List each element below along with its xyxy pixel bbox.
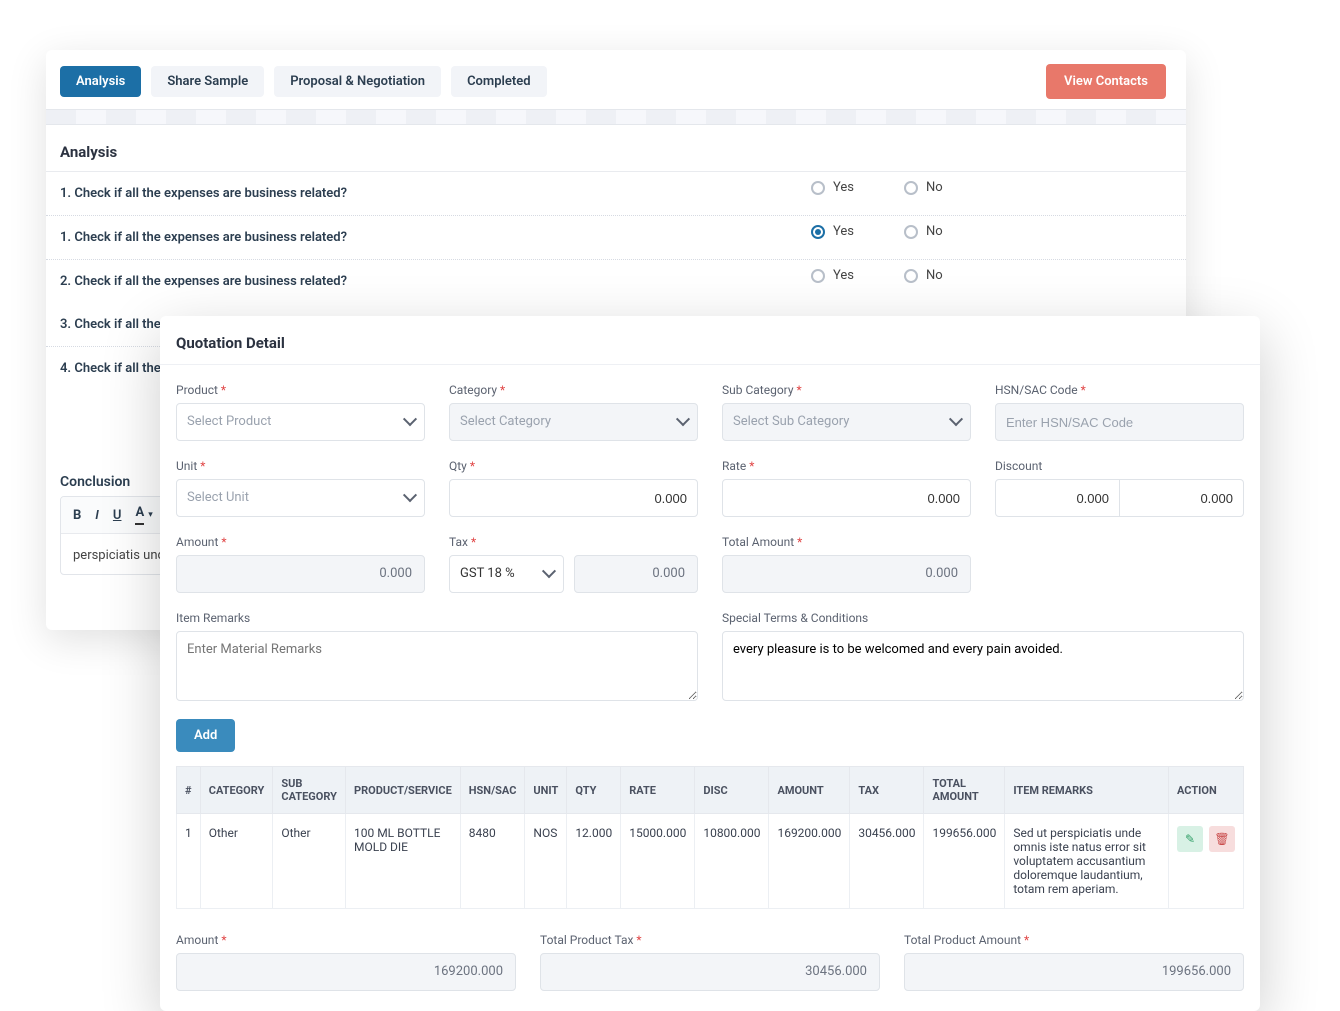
table-row: 1 Other Other 100 ML BOTTLE MOLD DIE 848… [177, 814, 1244, 909]
edit-row-button[interactable]: ✎ [1177, 826, 1203, 852]
radio-yes[interactable]: Yes [811, 180, 854, 195]
product-label: Product [176, 383, 425, 397]
th-tax: TAX [850, 767, 924, 814]
totals-amount-label: Amount [176, 933, 516, 947]
cell-action: ✎ 🗑 [1169, 814, 1244, 909]
rate-input[interactable] [722, 479, 971, 517]
radio-yes[interactable]: Yes [811, 224, 854, 239]
radio-no[interactable]: No [904, 180, 943, 195]
totals-amount-value: 169200.000 [176, 953, 516, 991]
radio-no[interactable]: No [904, 224, 943, 239]
rate-label: Rate [722, 459, 971, 473]
question-row: 2. Check if all the expenses are busines… [46, 260, 1186, 303]
item-remarks-textarea[interactable] [176, 631, 698, 701]
th-disc: DISC [695, 767, 769, 814]
th-remarks: ITEM REMARKS [1005, 767, 1169, 814]
th-amount: AMOUNT [769, 767, 850, 814]
items-table: # CATEGORY SUB CATEGORY PRODUCT/SERVICE … [176, 766, 1244, 909]
italic-button[interactable]: I [95, 508, 99, 523]
item-remarks-label: Item Remarks [176, 611, 698, 625]
th-rate: RATE [621, 767, 695, 814]
quotation-detail-card: Quotation Detail Product Select Product … [160, 316, 1260, 1011]
font-color-chevron-icon[interactable]: ▾ [148, 510, 153, 520]
terms-textarea[interactable]: every pleasure is to be welcomed and eve… [722, 631, 1244, 701]
cell-amount: 169200.000 [769, 814, 850, 909]
add-button[interactable]: Add [176, 719, 235, 752]
unit-select[interactable]: Select Unit [176, 479, 425, 517]
tax-readonly: 0.000 [574, 555, 698, 593]
cell-disc: 10800.000 [695, 814, 769, 909]
radio-yes[interactable]: Yes [811, 268, 854, 283]
cell-unit: NOS [525, 814, 567, 909]
ruler-strip [46, 109, 1186, 125]
th-product: PRODUCT/SERVICE [346, 767, 461, 814]
radio-no[interactable]: No [904, 268, 943, 283]
amount-label: Amount [176, 535, 425, 549]
totals-total-label: Total Product Amount [904, 933, 1244, 947]
product-select[interactable]: Select Product [176, 403, 425, 441]
qty-label: Qty [449, 459, 698, 473]
question-text: 1. Check if all the expenses are busines… [60, 230, 347, 245]
th-index: # [177, 767, 201, 814]
discount-label: Discount [995, 459, 1244, 473]
qty-input[interactable] [449, 479, 698, 517]
totals-tax-value: 30456.000 [540, 953, 880, 991]
bold-button[interactable]: B [73, 508, 81, 523]
table-header-row: # CATEGORY SUB CATEGORY PRODUCT/SERVICE … [177, 767, 1244, 814]
th-qty: QTY [567, 767, 621, 814]
cell-category: Other [200, 814, 273, 909]
total-amount-label: Total Amount [722, 535, 971, 549]
pencil-icon: ✎ [1185, 832, 1195, 846]
quotation-form: Product Select Product Category Select C… [160, 365, 1260, 705]
totals-row: Amount 169200.000 Total Product Tax 3045… [160, 909, 1260, 991]
subcategory-select[interactable]: Select Sub Category [722, 403, 971, 441]
cell-product: 100 ML BOTTLE MOLD DIE [346, 814, 461, 909]
question-row: 1. Check if all the expenses are busines… [46, 172, 1186, 216]
th-unit: UNIT [525, 767, 567, 814]
discount-input-a[interactable] [995, 479, 1120, 517]
cell-tax: 30456.000 [850, 814, 924, 909]
total-amount-readonly: 0.000 [722, 555, 971, 593]
th-total: TOTAL AMOUNT [924, 767, 1005, 814]
th-action: ACTION [1169, 767, 1244, 814]
tab-share-sample[interactable]: Share Sample [151, 66, 264, 97]
trash-icon: 🗑 [1214, 832, 1229, 846]
discount-input-b[interactable] [1120, 479, 1244, 517]
underline-button[interactable]: U [113, 508, 122, 523]
tab-analysis[interactable]: Analysis [60, 66, 141, 97]
view-contacts-button[interactable]: View Contacts [1046, 64, 1166, 99]
th-subcategory: SUB CATEGORY [273, 767, 346, 814]
tax-select[interactable]: GST 18 % [449, 555, 564, 593]
question-text: 1. Check if all the expenses are busines… [60, 186, 347, 201]
tax-label: Tax [449, 535, 698, 549]
totals-tax-label: Total Product Tax [540, 933, 880, 947]
delete-row-button[interactable]: 🗑 [1209, 826, 1235, 852]
amount-readonly: 0.000 [176, 555, 425, 593]
question-text: 2. Check if all the expenses are busines… [60, 274, 347, 289]
tab-bar: Analysis Share Sample Proposal & Negotia… [46, 50, 1186, 99]
quotation-title: Quotation Detail [160, 316, 1260, 365]
hsn-label: HSN/SAC Code [995, 383, 1244, 397]
th-category: CATEGORY [200, 767, 273, 814]
subcategory-label: Sub Category [722, 383, 971, 397]
cell-total: 199656.000 [924, 814, 1005, 909]
unit-label: Unit [176, 459, 425, 473]
cell-rate: 15000.000 [621, 814, 695, 909]
tab-completed[interactable]: Completed [451, 66, 547, 97]
cell-hsn: 8480 [460, 814, 525, 909]
cell-qty: 12.000 [567, 814, 621, 909]
tab-proposal[interactable]: Proposal & Negotiation [274, 66, 441, 97]
totals-total-value: 199656.000 [904, 953, 1244, 991]
question-row: 1. Check if all the expenses are busines… [46, 216, 1186, 260]
cell-remarks: Sed ut perspiciatis unde omnis iste natu… [1005, 814, 1169, 909]
category-label: Category [449, 383, 698, 397]
category-select[interactable]: Select Category [449, 403, 698, 441]
font-color-button[interactable]: A [135, 505, 144, 525]
terms-label: Special Terms & Conditions [722, 611, 1244, 625]
cell-index: 1 [177, 814, 201, 909]
cell-subcategory: Other [273, 814, 346, 909]
analysis-section-title: Analysis [46, 125, 1186, 171]
th-hsn: HSN/SAC [460, 767, 525, 814]
hsn-input[interactable] [995, 403, 1244, 441]
